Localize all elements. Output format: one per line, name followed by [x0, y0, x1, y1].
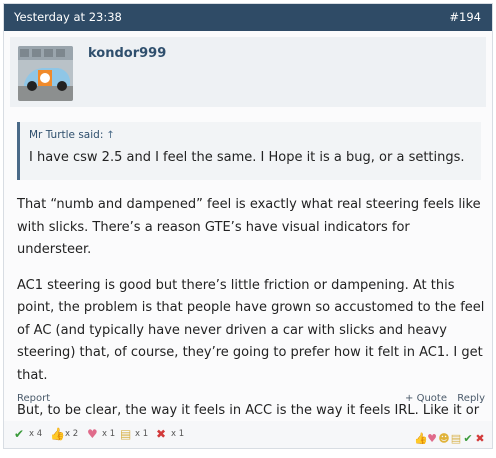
forum-post: Yesterday at 23:38 #194 kondor999 Mr Tur…: [3, 3, 493, 449]
cross-icon: ✖: [156, 427, 167, 441]
rating-options: 👍♥☻▤ ✔ ✖: [414, 427, 486, 445]
reaction-count: x 1: [171, 429, 185, 439]
post-header: Yesterday at 23:38 #194: [4, 4, 492, 31]
reply-button[interactable]: Reply: [457, 393, 485, 404]
message-paragraph: AC1 steering is good but there’s little …: [17, 277, 485, 383]
post-number[interactable]: #194: [449, 10, 481, 24]
checkmark-icon: ✔: [14, 427, 25, 441]
quote-block: Mr Turtle said: ↑ I have csw 2.5 and I fe…: [17, 122, 481, 180]
reaction-like[interactable]: 👍x 2: [50, 427, 78, 441]
quote-text: I have csw 2.5 and I feel the same. I Ho…: [29, 150, 465, 165]
notepad-icon: ▤: [120, 427, 132, 441]
quote-button[interactable]: + Quote: [405, 393, 447, 404]
reactions-bar: ✔ x 4 👍x 2 ♥ x 1 ▤ x 1 ✖ x 1 👍♥☻▤ ✔ ✖: [4, 421, 492, 448]
rate-thumbs-up-icon[interactable]: 👍: [414, 432, 428, 446]
quote-author: Mr Turtle said:: [29, 129, 104, 141]
report-link[interactable]: Report: [17, 393, 50, 404]
message-paragraph: That “numb and dampened” feel is exactly…: [17, 197, 481, 257]
rate-notepad-icon[interactable]: ▤: [450, 432, 462, 446]
heart-icon: ♥: [87, 427, 98, 441]
user-bar: kondor999: [10, 37, 486, 107]
reaction-count: x 1: [102, 429, 116, 439]
post-actions: Report + Quote Reply: [17, 393, 485, 409]
thumbs-up-icon: 👍: [50, 427, 65, 441]
reaction-informative[interactable]: ▤ x 1: [120, 427, 148, 441]
message-body: That “numb and dampened” feel is exactly…: [17, 194, 485, 458]
reaction-agree[interactable]: ✔ x 4: [14, 427, 42, 441]
reaction-count: x 2: [65, 429, 79, 439]
rate-checkmark-icon[interactable]: ✔: [462, 432, 474, 446]
reaction-count: x 1: [135, 429, 149, 439]
rate-heart-icon[interactable]: ♥: [426, 432, 438, 446]
avatar[interactable]: [18, 46, 73, 101]
reaction-disagree[interactable]: ✖ x 1: [156, 427, 184, 441]
post-date[interactable]: Yesterday at 23:38: [14, 10, 122, 24]
jump-to-quote-icon[interactable]: ↑: [106, 130, 114, 141]
rate-cross-icon[interactable]: ✖: [474, 432, 486, 446]
rate-smile-icon[interactable]: ☻: [438, 432, 450, 446]
reaction-love[interactable]: ♥ x 1: [87, 427, 115, 441]
reaction-count: x 4: [29, 429, 43, 439]
quote-attribution[interactable]: Mr Turtle said: ↑: [29, 129, 115, 141]
author-username[interactable]: kondor999: [88, 46, 166, 61]
